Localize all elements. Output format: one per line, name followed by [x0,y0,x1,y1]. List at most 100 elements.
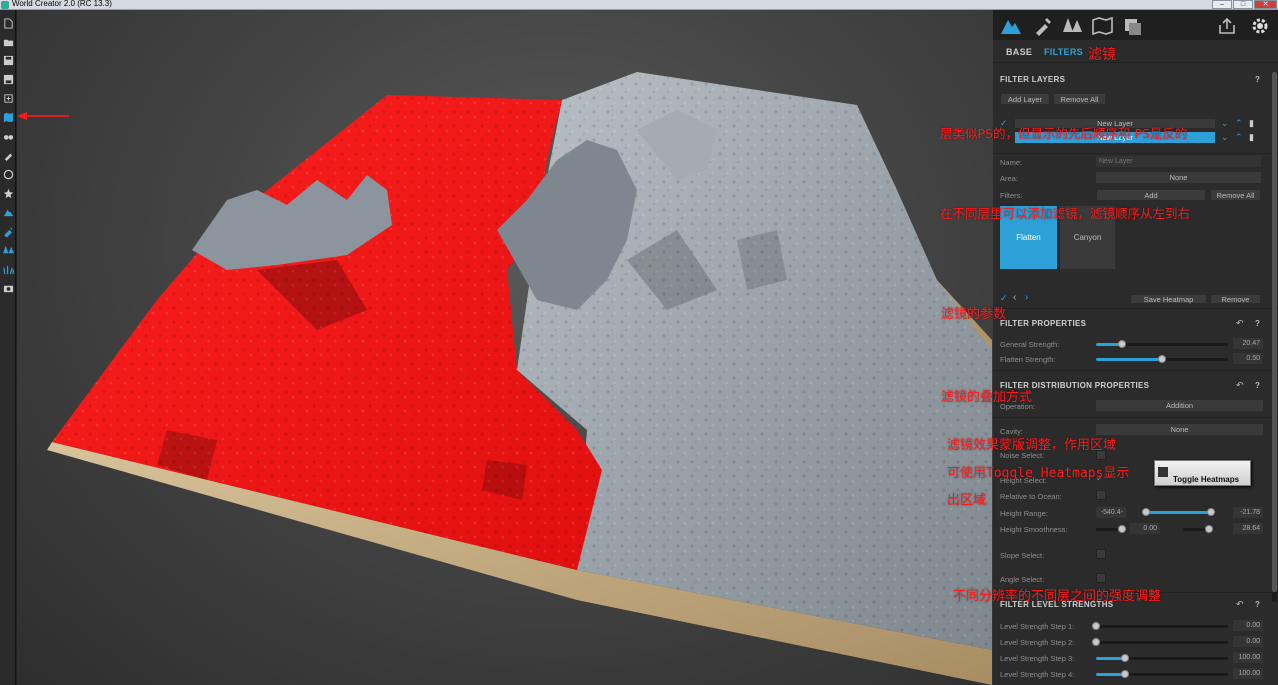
filter-next-icon[interactable]: › [1025,292,1028,303]
filter-properties-help[interactable]: ? [1255,319,1260,328]
terrain-render [17,72,992,685]
level-strength-step-2-slider[interactable] [1092,638,1228,646]
level-strength-step-4-value[interactable]: 100.00 [1233,668,1263,679]
save-as-icon[interactable] [2,73,14,85]
save-heatmap-button[interactable]: Save Heatmap [1130,294,1207,304]
height-range-slider[interactable] [1142,508,1215,516]
height-range-max[interactable]: -21.78 [1233,507,1263,518]
map-icon[interactable] [1091,14,1115,38]
toggle-heatmaps-tooltip: Toggle Heatmaps [1154,460,1251,486]
general-strength-slider-knob[interactable] [1118,340,1127,348]
cavity-select[interactable]: None [1096,424,1263,435]
window-title: World Creator 2.0 (RC 13.3) [12,0,112,8]
flatten-strength-label: Flatten Strength: [1000,355,1056,364]
level-strengths-help[interactable]: ? [1255,600,1260,609]
left-toolbar [0,10,16,685]
layer-delete-icon[interactable]: ▮ [1249,118,1254,129]
trees-icon[interactable] [1061,14,1085,38]
level-strength-step-1-value[interactable]: 0.00 [1233,620,1263,631]
angle-select-checkbox[interactable] [1096,573,1106,583]
annotation-area-note: 出区域 [947,493,987,508]
layers-icon[interactable] [1121,14,1145,38]
maximize-button[interactable]: □ [1233,0,1253,9]
reset-icon[interactable]: ↶ [1236,318,1244,329]
general-strength-slider[interactable] [1096,340,1228,348]
filter-prev-icon[interactable]: ‹ [1013,292,1016,303]
level-strength-step-3-value[interactable]: 100.00 [1233,652,1263,663]
pipette-icon[interactable] [2,225,14,237]
grass-icon[interactable] [2,263,14,275]
settings-gear-icon[interactable] [1248,14,1272,38]
slope-select-checkbox[interactable] [1096,549,1106,559]
save-icon[interactable] [2,54,14,66]
mountain-icon[interactable] [2,206,14,218]
share-icon[interactable] [1215,14,1239,38]
level-strength-step-4-slider[interactable] [1096,670,1228,678]
open-folder-icon[interactable] [2,36,14,48]
height-range-min[interactable]: -540.4- [1096,507,1126,518]
tab-base[interactable]: BASE [1006,47,1032,57]
add-layer-button[interactable]: Add Layer [1000,93,1050,105]
panel-scrollbar[interactable] [1272,72,1277,602]
trees-icon[interactable] [2,244,14,256]
flatten-strength-value[interactable]: 0.50 [1233,353,1263,364]
brush-icon[interactable] [2,149,14,161]
terrain-icon[interactable] [999,14,1023,38]
reset-icon[interactable]: ↶ [1236,380,1244,391]
remove-all-layers-button[interactable]: Remove All [1053,93,1106,105]
layer-move-down-icon[interactable]: ⌄ [1221,132,1229,143]
remove-all-filters-button[interactable]: Remove All [1210,189,1261,201]
height-smoothness-a[interactable]: 0.00 [1130,523,1160,534]
tab-filters[interactable]: FILTERS [1044,47,1083,57]
level-strength-step-2-value[interactable]: 0.00 [1233,636,1263,647]
remove-filter-button[interactable]: Remove [1210,294,1261,304]
world-map-icon[interactable] [2,111,14,123]
flatten-strength-slider-fill [1096,358,1162,361]
height-smoothness-slider-a[interactable] [1096,525,1126,533]
height-smoothness-slider-b[interactable] [1183,525,1213,533]
area-select[interactable]: None [1096,172,1261,183]
height-smoothness-b[interactable]: 28.64 [1233,523,1263,534]
layer-name-input[interactable] [1096,156,1261,167]
terrain-viewport[interactable] [17,10,993,685]
layer-move-up-icon[interactable]: ⌃ [1235,132,1243,143]
level-strength-step-3-slider[interactable] [1096,654,1228,662]
annotation-params-note: 滤镜的参数 [941,307,1007,322]
relative-ocean-label: Relative to Ocean: [1000,492,1062,501]
layer-move-up-icon[interactable]: ⌃ [1235,118,1243,129]
reset-icon[interactable]: ↶ [1236,599,1244,610]
minimize-button[interactable]: ‒ [1212,0,1232,9]
new-file-icon[interactable] [2,17,14,29]
export-icon[interactable] [2,92,14,104]
annotation-mask-note: 滤镜效果蒙版调整，作用区域 [947,438,1117,453]
level-strength-step-1-slider[interactable] [1092,622,1228,630]
scrollbar-thumb[interactable] [1272,72,1277,592]
sphere-icon[interactable] [2,168,14,180]
layer-move-down-icon[interactable]: ⌄ [1221,118,1229,129]
tooltip-text: Toggle Heatmaps [1173,475,1240,484]
pipette-icon[interactable] [1031,14,1055,38]
operation-select[interactable]: Addition [1096,400,1263,411]
gear-star-icon[interactable] [2,187,14,199]
level-strength-step-2-slider-knob[interactable] [1092,638,1100,646]
distribution-help[interactable]: ? [1255,381,1260,390]
level-strength-step-1-label: Level Strength Step 1: [1000,622,1075,631]
slope-select-label: Slope Select: [1000,551,1045,560]
area-label: Area: [1000,174,1018,183]
layer-delete-icon[interactable]: ▮ [1249,132,1254,143]
annotation-layers-note: 层类似PS的，但显示的先后顺序和 PS是反的 [940,126,1188,141]
level-strength-step-4-slider-knob[interactable] [1121,670,1130,678]
filter-layers-help[interactable]: ? [1255,75,1260,84]
title-bar: World Creator 2.0 (RC 13.3) ‒ □ ✕ [0,0,1278,10]
general-strength-value[interactable]: 20.47 [1233,338,1263,349]
close-button[interactable]: ✕ [1254,0,1277,9]
flatten-strength-slider[interactable] [1096,355,1228,363]
level-strength-step-1-slider-knob[interactable] [1092,622,1100,630]
relative-ocean-checkbox[interactable] [1096,490,1106,500]
add-filter-button[interactable]: Add [1096,189,1206,201]
camera-icon[interactable] [2,282,14,294]
flatten-strength-slider-knob[interactable] [1158,355,1166,363]
binoculars-icon[interactable] [2,130,14,142]
level-strength-step-3-slider-knob[interactable] [1121,654,1130,662]
annotation-blend-note: 滤镜的叠加方式 [941,390,1033,405]
